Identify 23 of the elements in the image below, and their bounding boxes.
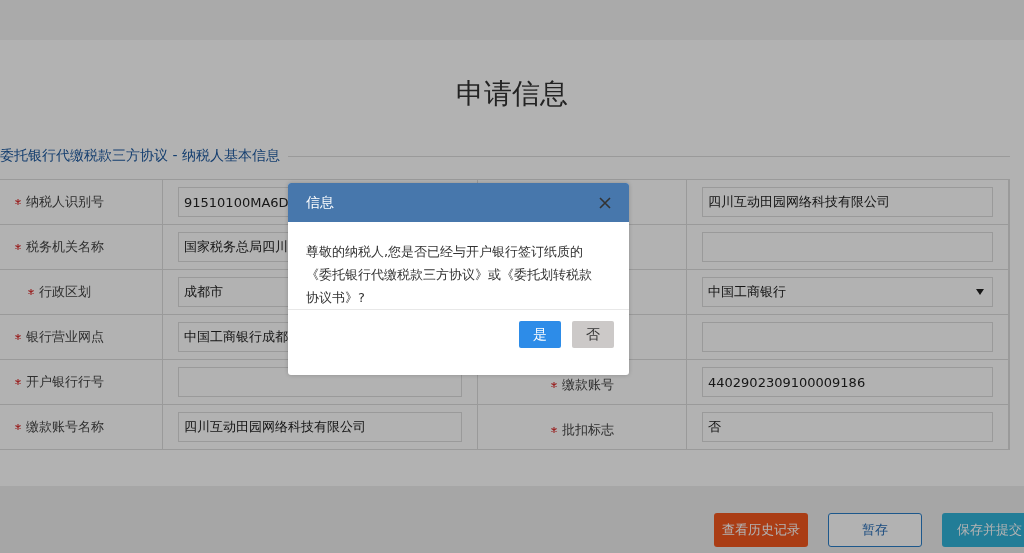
dialog-message: 尊敬的纳税人,您是否已经与开户银行签订纸质的《委托银行代缴税款三方协议》或《委托划转税款协议书》? xyxy=(288,222,629,310)
section-legend: 委托银行代缴税款三方协议 - 纳税人基本信息 xyxy=(0,147,288,165)
dialog-title: 信息 xyxy=(306,193,334,212)
close-icon[interactable] xyxy=(599,196,611,209)
caret-icon xyxy=(976,289,984,295)
input-field[interactable] xyxy=(702,322,993,352)
dialog-button[interactable]: 否 xyxy=(572,321,614,348)
field-label: 银行营业网点 xyxy=(25,328,104,346)
input-field[interactable]: 否 xyxy=(702,412,993,442)
input-field[interactable]: 4402902309100009186 xyxy=(702,367,993,397)
field-label: 缴款账号 xyxy=(561,376,614,394)
field-label: 行政区划 xyxy=(38,283,91,301)
field-label: 税务机关名称 xyxy=(25,238,104,256)
input-field[interactable]: 四川互动田园网络科技有限公司 xyxy=(178,412,462,442)
action-button[interactable]: 暂存 xyxy=(828,513,922,547)
input-field[interactable]: 四川互动田园网络科技有限公司 xyxy=(702,187,993,217)
field-label: 开户银行行号 xyxy=(25,373,104,391)
input-field[interactable] xyxy=(702,232,993,262)
field-label: 批扣标志 xyxy=(561,421,614,439)
field-label: 缴款账号名称 xyxy=(25,418,104,436)
page-title: 申请信息 xyxy=(455,76,569,112)
select-field[interactable]: 中国工商银行 xyxy=(702,277,993,307)
field-label: 纳税人识别号 xyxy=(25,193,104,211)
